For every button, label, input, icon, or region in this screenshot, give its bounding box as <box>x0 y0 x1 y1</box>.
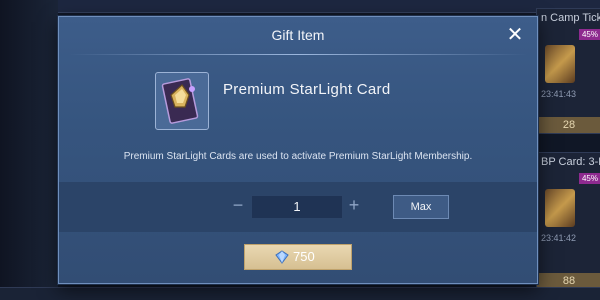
shop-card-discount-tag: 45% <box>578 173 600 184</box>
dialog-title: Gift Item <box>271 27 325 43</box>
starlight-card-icon <box>155 72 209 130</box>
minus-icon[interactable]: − <box>229 196 247 215</box>
shop-card-discount-tag: 45% <box>578 29 600 40</box>
shop-card-timer: 23:41:43 <box>541 89 577 99</box>
shop-card-thumbnail <box>545 45 575 83</box>
shop-card-cost: 28 <box>537 117 600 133</box>
quantity-field[interactable]: 1 <box>251 195 343 219</box>
gift-item-dialog: Gift Item ✕ Premium StarLight Card Premi… <box>58 16 538 284</box>
background-left-panel <box>0 0 58 300</box>
shop-card-title: BP Card: 3-D <box>541 156 600 168</box>
background-top-shelf <box>58 0 600 13</box>
background-bottom-bar <box>0 287 600 300</box>
shop-card-thumbnail <box>545 189 575 227</box>
price-value: 750 <box>293 249 315 264</box>
plus-icon[interactable]: + <box>345 196 363 215</box>
background-shop-card: BP Card: 3-D 45% 23:41:42 88 <box>536 152 600 290</box>
diamond-icon <box>275 250 289 264</box>
max-button[interactable]: Max <box>393 195 449 219</box>
item-description: Premium StarLight Cards are used to acti… <box>123 151 473 162</box>
item-name: Premium StarLight Card <box>223 81 391 98</box>
close-icon[interactable]: ✕ <box>505 25 525 45</box>
shop-card-timer: 23:41:42 <box>541 233 577 243</box>
background-shop-card: n Camp Tick 45% 23:41:43 28 <box>536 8 600 134</box>
purchase-button[interactable]: 750 <box>244 244 352 270</box>
title-divider <box>69 54 527 55</box>
shop-card-title: n Camp Tick <box>541 12 600 24</box>
